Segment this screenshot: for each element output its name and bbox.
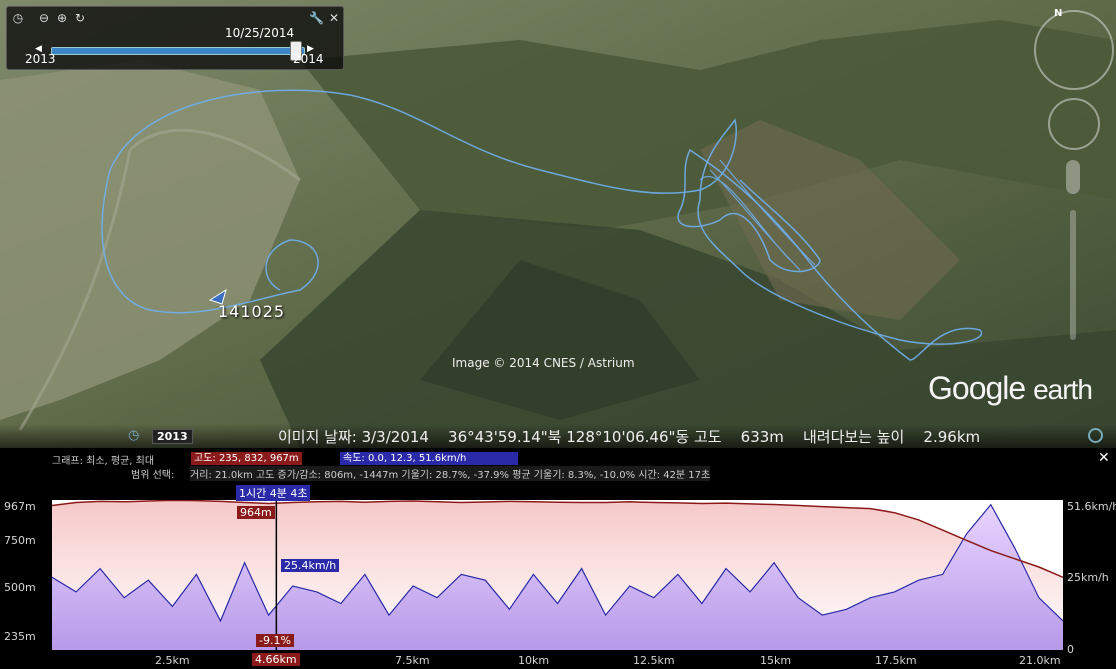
map-view[interactable]: ◷ ⊖ ⊕ ↻ 🔧 ✕ 10/25/2014 ◀ ▶ 2013 2014 N 1… (0, 0, 1116, 448)
look-control[interactable] (1048, 98, 1100, 150)
distance-flag: 4.66km (252, 653, 300, 666)
speed-flag: 25.4km/h (281, 559, 340, 572)
y-left-tick: 235m (4, 630, 36, 643)
y-left-tick: 967m (4, 500, 36, 513)
logo-earth-text: earth (1033, 374, 1093, 405)
slope-flag: -9.1% (256, 634, 294, 647)
north-icon[interactable]: N (1054, 8, 1062, 19)
placemark-label[interactable]: 141025 (218, 302, 285, 321)
elevation-stats[interactable]: 고도: 235, 832, 967m (191, 452, 302, 465)
street-view-icon[interactable] (1066, 160, 1080, 194)
x-tick: 17.5km (875, 654, 917, 667)
logo-google-text: Google (928, 370, 1026, 406)
y-right-tick: 51.6km/h (1067, 500, 1116, 513)
close-icon[interactable]: ✕ (327, 11, 341, 25)
current-date: 10/25/2014 (225, 26, 295, 40)
profile-chart[interactable] (52, 500, 1063, 650)
time-flag: 1시간 4분 4초 (236, 485, 311, 501)
refresh-icon[interactable]: ↻ (73, 11, 87, 25)
time-slider-panel: ◷ ⊖ ⊕ ↻ 🔧 ✕ 10/25/2014 ◀ ▶ 2013 2014 (6, 6, 344, 70)
zoom-out-icon[interactable]: ⊖ (37, 11, 51, 25)
x-tick: 21.0km (1019, 654, 1061, 667)
y-right-tick: 0 (1067, 643, 1074, 656)
streaming-indicator-icon (1088, 428, 1103, 443)
wrench-icon[interactable]: 🔧 (309, 11, 324, 25)
zoom-slider[interactable] (1070, 210, 1076, 340)
status-info: 이미지 날짜: 3/3/2014 36°43'59.14"북 128°10'06… (278, 428, 981, 446)
range-label: 범위 선택: (131, 470, 175, 481)
x-tick: 15km (760, 654, 792, 667)
history-icon[interactable]: ◷ (128, 428, 139, 443)
clock-icon[interactable]: ◷ (11, 11, 25, 25)
speed-stats[interactable]: 속도: 0.0, 12.3, 51.6km/h (340, 452, 518, 465)
google-earth-logo: Google earth (928, 370, 1093, 407)
time-slider-track[interactable] (51, 47, 305, 55)
close-profile-icon[interactable]: ✕ (1098, 450, 1110, 466)
x-tick: 2.5km (155, 654, 190, 667)
y-right-tick: 25km/h (1067, 571, 1109, 584)
image-attribution: Image © 2014 CNES / Astrium (452, 356, 635, 370)
elevation-flag: 964m (237, 506, 275, 519)
graph-label: 그래프: 최소, 평균, 최대 (52, 456, 155, 467)
y-left-tick: 500m (4, 581, 36, 594)
x-tick: 7.5km (395, 654, 430, 667)
x-tick: 12.5km (633, 654, 675, 667)
y-left-tick: 750m (4, 534, 36, 547)
slider-start-label: 2013 (25, 52, 56, 66)
x-tick: 10km (518, 654, 550, 667)
zoom-in-icon[interactable]: ⊕ (55, 11, 69, 25)
slider-end-label: 2014 (293, 52, 324, 66)
status-year: 2013 (152, 429, 193, 444)
range-stats: 거리: 21.0km 고도 증가/감소: 806m, -1447m 기울기: 2… (190, 466, 711, 481)
compass-control[interactable] (1034, 10, 1114, 90)
